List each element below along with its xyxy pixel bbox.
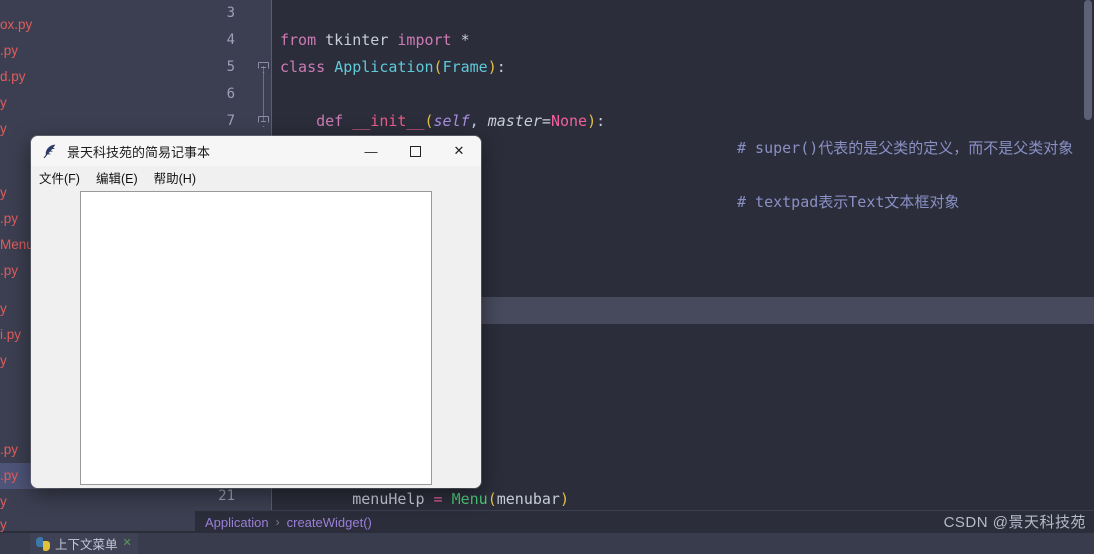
editor-vertical-scrollbar[interactable] bbox=[1084, 0, 1092, 120]
code-line[interactable]: from tkinter import * bbox=[272, 27, 1094, 54]
code-token: def bbox=[316, 112, 344, 130]
fold-toggle-icon[interactable] bbox=[258, 108, 271, 135]
code-token: Application bbox=[334, 58, 434, 76]
close-icon[interactable]: ✕ bbox=[437, 136, 481, 166]
sidebar-file-label: ox.py bbox=[0, 17, 33, 32]
code-token: ( bbox=[433, 58, 443, 76]
code-line[interactable]: def __init__(self, master=None): bbox=[272, 108, 1094, 135]
menu-file[interactable]: 文件(F) bbox=[39, 168, 80, 187]
tk-window-body bbox=[31, 188, 481, 488]
code-line[interactable]: class Application(Frame): bbox=[272, 54, 1094, 81]
code-token: from bbox=[280, 31, 317, 49]
sidebar-file-item[interactable]: .py bbox=[0, 38, 124, 64]
code-token: ( bbox=[487, 490, 497, 508]
breadcrumb-method[interactable]: createWidget() bbox=[287, 515, 372, 530]
menu-help[interactable]: 帮助(H) bbox=[154, 168, 196, 187]
sidebar-file-item[interactable]: y bbox=[0, 90, 124, 116]
sidebar-file-item[interactable]: d.py bbox=[0, 64, 124, 90]
code-token: Menu bbox=[451, 490, 488, 508]
minimize-icon[interactable]: — bbox=[349, 136, 393, 166]
line-number: 7 bbox=[226, 113, 235, 129]
code-token: ) bbox=[487, 58, 497, 76]
sidebar-file-item[interactable]: ox.py bbox=[0, 12, 124, 38]
code-token: __init__ bbox=[352, 112, 425, 130]
code-token: * bbox=[451, 31, 470, 49]
code-token: menubar bbox=[496, 490, 560, 508]
tk-window-title: 景天科技苑的简易记事本 bbox=[67, 144, 211, 160]
code-token: master bbox=[487, 112, 542, 130]
sidebar-file-label: y bbox=[0, 95, 7, 110]
code-token: : bbox=[596, 112, 606, 130]
code-token: Frame bbox=[442, 58, 488, 76]
fold-toggle-icon[interactable] bbox=[258, 54, 271, 81]
tk-menu-bar[interactable]: 文件(F) 编辑(E) 帮助(H) bbox=[31, 166, 481, 188]
line-number: 6 bbox=[226, 86, 235, 102]
tkinter-notepad-window[interactable]: 景天科技苑的简易记事本 — ✕ 文件(F) 编辑(E) 帮助(H) bbox=[31, 136, 481, 488]
code-token: self bbox=[433, 112, 470, 130]
breadcrumb-separator-icon: › bbox=[275, 515, 280, 529]
chevron-down-icon[interactable]: ✕ bbox=[123, 538, 132, 549]
code-token: : bbox=[496, 58, 506, 76]
code-token: ) bbox=[587, 112, 597, 130]
sidebar-file-label: .py bbox=[0, 43, 19, 58]
line-number: 3 bbox=[226, 5, 235, 21]
sidebar-file-label: d.py bbox=[0, 69, 26, 84]
breadcrumb-class[interactable]: Application bbox=[205, 515, 269, 530]
code-token: tkinter bbox=[316, 31, 398, 49]
code-token: = bbox=[541, 112, 551, 130]
code-token: import bbox=[397, 31, 452, 49]
python-icon bbox=[36, 536, 50, 551]
code-token: None bbox=[550, 112, 588, 130]
menu-edit[interactable]: 编辑(E) bbox=[96, 168, 138, 187]
code-line[interactable]: menuHelp = Menu(menubar) bbox=[272, 486, 1094, 510]
tool-tab-label: 上下文菜单 bbox=[55, 538, 118, 552]
code-token: ( bbox=[424, 112, 434, 130]
tk-window-controls[interactable]: — ✕ bbox=[349, 136, 481, 166]
code-token: menuHelp bbox=[280, 490, 434, 508]
maximize-icon[interactable] bbox=[393, 136, 437, 166]
tool-window-tab-context-menu[interactable]: 上下文菜单 ✕ bbox=[30, 533, 138, 554]
csdn-watermark: CSDN @景天科技苑 bbox=[943, 514, 1086, 531]
feather-icon bbox=[43, 144, 56, 159]
code-token: , bbox=[469, 112, 488, 130]
textpad-textarea[interactable] bbox=[80, 191, 432, 485]
code-token: class bbox=[280, 58, 326, 76]
tk-title-bar[interactable]: 景天科技苑的简易记事本 — ✕ bbox=[31, 136, 481, 166]
ide-bottom-bar: 上下文菜单 ✕ bbox=[0, 533, 1094, 554]
code-token: ) bbox=[559, 490, 569, 508]
line-number: 5 bbox=[226, 59, 235, 75]
code-token: = bbox=[433, 490, 452, 508]
screen-root: ox.py .py d.py y y y .py Menu .py y i.py y .py .py y y … bbox=[0, 0, 1094, 554]
line-number: 4 bbox=[226, 32, 235, 48]
